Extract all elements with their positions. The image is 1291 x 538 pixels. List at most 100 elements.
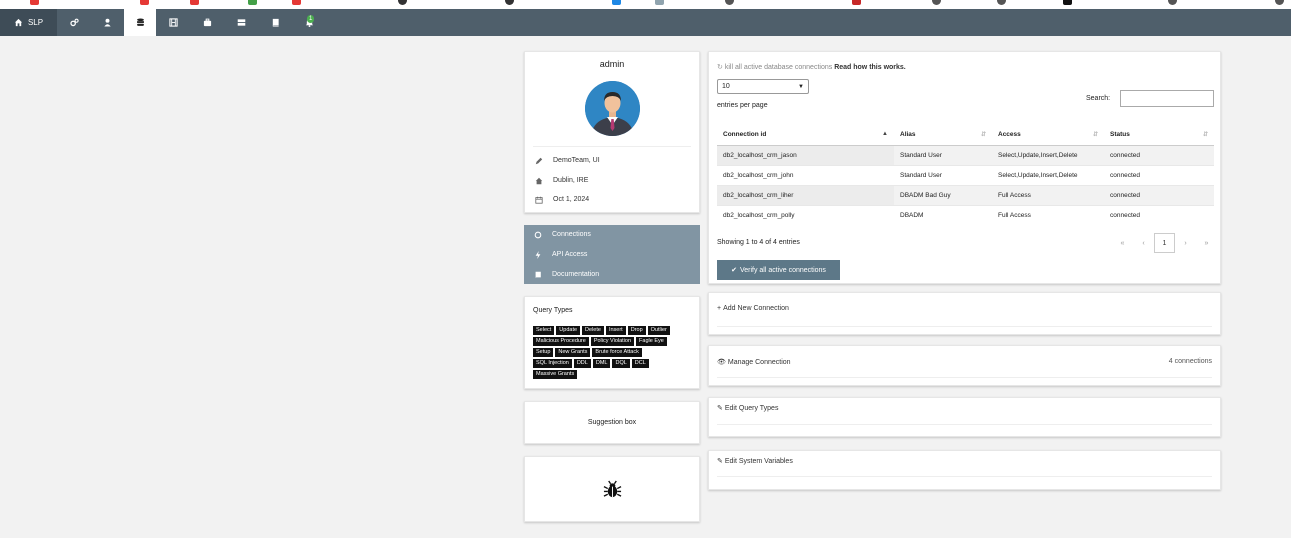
bookmark[interactable]	[997, 0, 1006, 6]
connections-panel: ↻ kill all active database connections R…	[708, 51, 1221, 284]
bookmark[interactable]	[292, 0, 301, 6]
page-size-value: 10	[722, 83, 730, 90]
profile-name: admin	[599, 59, 625, 69]
query-type-tag[interactable]: Select	[533, 326, 555, 335]
bookmark[interactable]	[30, 0, 39, 6]
bookmarks-bar	[0, 0, 1291, 9]
page-size-select[interactable]: 10 ▼	[717, 79, 809, 94]
nav-home[interactable]: SLP	[0, 9, 57, 36]
bookmark[interactable]	[248, 0, 257, 6]
bookmark[interactable]	[655, 0, 664, 6]
bookmark[interactable]	[852, 0, 861, 6]
edit-query-types-title[interactable]: ✎ Edit Query Types	[717, 404, 778, 413]
pagination: « ‹ 1 › »	[1112, 233, 1217, 253]
edit-system-variables-title[interactable]: ✎ Edit System Variables	[717, 457, 793, 466]
bookmark[interactable]	[1275, 0, 1284, 6]
side-item-api-access[interactable]: API Access	[533, 250, 587, 259]
kill-connections-link[interactable]: kill all active database connections	[725, 64, 832, 71]
nav-film[interactable]	[156, 9, 190, 36]
nav-book[interactable]	[258, 9, 292, 36]
bookmark[interactable]	[190, 0, 199, 6]
column-header-alias[interactable]: Alias ⇵	[894, 125, 992, 146]
profile-team-label: DemoTeam, UI	[553, 157, 600, 164]
refresh-icon[interactable]: ↻	[717, 64, 723, 71]
page-1-button[interactable]: 1	[1154, 233, 1175, 253]
last-page-button[interactable]: »	[1196, 240, 1217, 247]
pencil-icon	[534, 156, 543, 165]
bookmark[interactable]	[612, 0, 621, 6]
tag-row: Massive Grants	[533, 370, 693, 379]
sort-asc-icon: ▲	[882, 131, 888, 137]
query-type-tag[interactable]: Massive Grants	[533, 370, 578, 379]
query-type-tag[interactable]: Policy Violation	[590, 337, 635, 346]
first-page-button[interactable]: «	[1112, 240, 1133, 247]
query-type-tag[interactable]: Insert	[605, 326, 626, 335]
suggestion-box[interactable]: Suggestion box	[524, 401, 700, 444]
search-input[interactable]	[1120, 90, 1214, 107]
query-type-tag[interactable]: Update	[556, 326, 581, 335]
nav-user[interactable]	[91, 9, 124, 36]
query-type-tag[interactable]: DCL	[631, 359, 649, 368]
verify-connections-button[interactable]: ✔ Verify all active connections	[717, 260, 840, 280]
pencil-icon: ✎	[717, 405, 723, 412]
kill-connections-text: ↻ kill all active database connections R…	[717, 63, 906, 71]
side-item-label: Documentation	[552, 271, 600, 278]
query-type-tag[interactable]: Delete	[582, 326, 604, 335]
query-type-tag[interactable]: Fagle Eye	[636, 337, 667, 346]
nav-notifications[interactable]: 1	[292, 9, 326, 36]
prev-page-button[interactable]: ‹	[1133, 240, 1154, 247]
side-item-label: API Access	[552, 251, 588, 258]
profile-location: Dublin, IRE	[534, 176, 588, 185]
manage-connection-title[interactable]: 👁 Manage Connection	[717, 358, 791, 367]
table-info: Showing 1 to 4 of 4 entries	[717, 239, 800, 246]
table-row[interactable]: db2_localhost_crm_john Standard User Sel…	[717, 164, 1214, 185]
bookmark[interactable]	[1063, 0, 1072, 6]
cell-alias: Standard User	[894, 144, 992, 165]
table-row[interactable]: db2_localhost_crm_jason Standard User Se…	[717, 144, 1214, 165]
side-menu: Connections API Access Documentation	[524, 225, 700, 284]
search-label: Search:	[1086, 95, 1111, 102]
nav-database[interactable]	[124, 9, 156, 36]
next-page-button[interactable]: ›	[1175, 240, 1196, 247]
cell-status: connected	[1104, 144, 1214, 165]
query-type-tag[interactable]: Setup	[533, 348, 554, 357]
bookmark[interactable]	[932, 0, 941, 6]
bug-report-card[interactable]	[524, 456, 700, 522]
query-type-tag[interactable]: SQL Injection	[533, 359, 572, 368]
query-type-tag[interactable]: Brute force Attack	[592, 348, 642, 357]
bolt-icon	[533, 250, 542, 259]
bookmark[interactable]	[398, 0, 407, 6]
table-row[interactable]: db2_localhost_crm_liher DBADM Bad Guy Fu…	[717, 184, 1214, 205]
column-header-connection-id[interactable]: Connection id ▲	[717, 125, 894, 146]
bookmark[interactable]	[1168, 0, 1177, 6]
edit-query-types-panel[interactable]: ✎ Edit Query Types	[708, 397, 1221, 437]
nav-server[interactable]	[224, 9, 258, 36]
bookmark[interactable]	[725, 0, 734, 6]
nav-briefcase[interactable]	[190, 9, 224, 36]
top-navbar: SLP 1	[0, 9, 1291, 36]
cell-connection-id: db2_localhost_crm_liher	[717, 184, 894, 205]
profile-card: admin DemoTeam, UI Dublin, IRE Oct 1, 20…	[524, 51, 700, 213]
column-header-status[interactable]: Status ⇵	[1104, 125, 1214, 146]
column-header-access[interactable]: Access ⇵	[992, 125, 1104, 146]
table-row[interactable]: db2_localhost_crm_polly DBADM Full Acces…	[717, 204, 1214, 225]
side-item-documentation[interactable]: Documentation	[533, 270, 599, 279]
query-type-tag[interactable]: DML	[592, 359, 611, 368]
plus-icon: +	[717, 305, 722, 312]
bookmark[interactable]	[505, 0, 514, 6]
query-type-tag[interactable]: New Grants	[555, 348, 591, 357]
edit-system-variables-panel[interactable]: ✎ Edit System Variables	[708, 450, 1221, 490]
side-item-connections[interactable]: Connections	[533, 230, 591, 239]
query-type-tag[interactable]: DQL	[612, 359, 630, 368]
add-connection-panel[interactable]: + Add New Connection	[708, 292, 1221, 335]
nav-settings[interactable]	[57, 9, 91, 36]
eye-icon: 👁	[717, 359, 726, 366]
bookmark[interactable]	[140, 0, 149, 6]
read-how-link[interactable]: Read how this works.	[834, 64, 906, 71]
query-type-tag[interactable]: DDL	[573, 359, 591, 368]
query-type-tag[interactable]: Outlier	[647, 326, 670, 335]
manage-connection-panel[interactable]: 👁 Manage Connection 4 connections	[708, 345, 1221, 386]
query-type-tag[interactable]: Malicious Procedure	[533, 337, 589, 346]
query-type-tag[interactable]: Drop	[627, 326, 646, 335]
add-connection-title[interactable]: + Add New Connection	[717, 305, 789, 312]
